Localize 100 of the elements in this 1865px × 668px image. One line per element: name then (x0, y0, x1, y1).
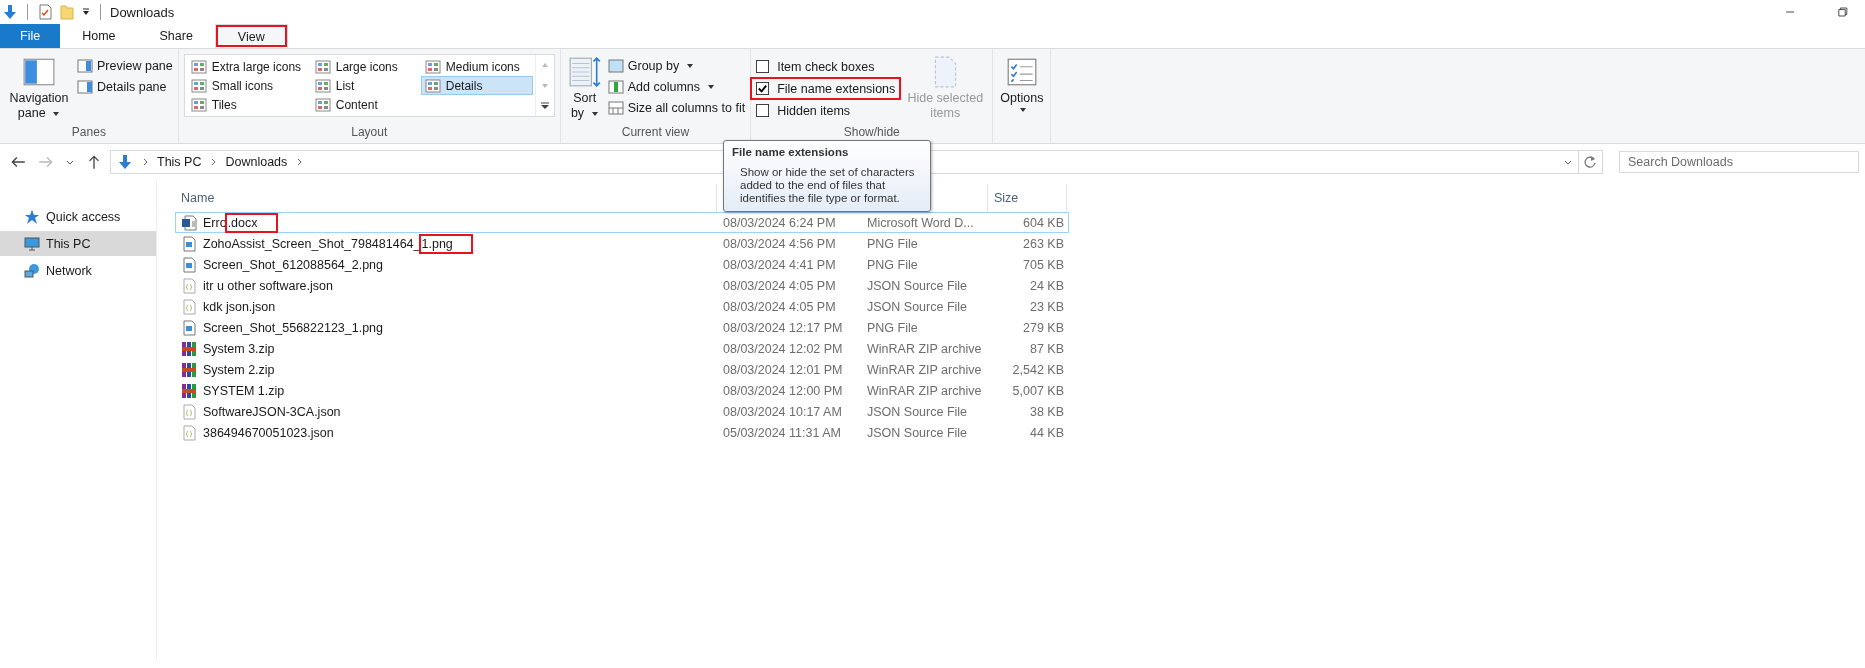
date-cell-text: 08/03/2024 12:01 PM (722, 361, 844, 379)
size-cell-text: 604 KB (1022, 214, 1065, 232)
file-name: Screen_Shot_556822123_1.png (203, 320, 384, 335)
ribbon-tab[interactable]: File (0, 24, 61, 48)
layout-icon (314, 77, 331, 94)
file-row[interactable]: SoftwareJSON-3CA.json 08/03/2024 10:17 AM JSON Source File 38 KB (175, 401, 1069, 422)
file-row[interactable]: Screen_Shot_556822123_1.png 08/03/2024 12:17 PM PNG File 279 KB (175, 317, 1069, 338)
search-field[interactable]: Search Downloads (1619, 151, 1859, 173)
layout-option[interactable]: Tiles (186, 95, 311, 114)
layout-option[interactable]: Medium icons (420, 57, 533, 76)
computer-icon (24, 235, 40, 252)
checkbox-option[interactable]: File name extensions (752, 79, 900, 98)
file-name: SYSTEM 1.zip (203, 383, 285, 398)
layout-option[interactable]: Extra large icons (186, 57, 311, 76)
refresh-icon[interactable] (1578, 150, 1603, 174)
layout-option[interactable]: Large icons (310, 57, 421, 76)
file-row[interactable]: System 2.zip 08/03/2024 12:01 PM WinRAR ZIP archive 2,542 KB (175, 359, 1069, 380)
file-row[interactable]: SYSTEM 1.zip 08/03/2024 12:00 PM WinRAR ZIP archive 5,007 KB (175, 380, 1069, 401)
type-cell-text: PNG File (866, 319, 919, 337)
pane-button[interactable]: Preview pane (77, 57, 173, 75)
sort-by-button[interactable]: Sort by (565, 53, 604, 123)
file-row[interactable]: ZohoAssist_Screen_Shot_798481464_1.png 08/03/2024 4:56 PM PNG File 263 KB (175, 233, 1069, 254)
layout-option[interactable]: List (310, 76, 421, 95)
options-button[interactable]: Options (998, 53, 1046, 116)
layout-option[interactable]: Small icons (186, 76, 311, 95)
type-cell-text: WinRAR ZIP archive (866, 361, 983, 379)
dropdown-icon[interactable] (81, 7, 91, 17)
layout-icon (190, 96, 207, 113)
download-arrow-icon (117, 154, 133, 170)
pane-icon (77, 58, 93, 74)
date-cell-text: 08/03/2024 12:02 PM (722, 340, 844, 358)
group-label: Show/hide (842, 125, 901, 141)
size-cell-text: 44 KB (1028, 424, 1065, 442)
view-button[interactable]: Add columns (607, 78, 746, 96)
checkbox-option[interactable]: Item check boxes (752, 57, 900, 76)
size-cell-text: 705 KB (1022, 256, 1065, 274)
columns-icon (607, 58, 624, 74)
type-cell-text: WinRAR ZIP archive (866, 340, 983, 358)
date-cell-text: 08/03/2024 6:24 PM (722, 214, 837, 232)
breadcrumb[interactable]: Downloads (225, 155, 288, 169)
ribbon-tab[interactable]: View (214, 24, 288, 48)
window-title: Downloads (110, 4, 175, 20)
download-arrow-icon[interactable] (2, 4, 18, 20)
file-icon (181, 256, 197, 273)
view-button[interactable]: Size all columns to fit (607, 99, 746, 117)
sidebar-item[interactable]: Quick access (0, 204, 156, 229)
sidebar-item[interactable]: This PC (0, 231, 156, 256)
ribbon-tab[interactable]: Share (137, 24, 215, 48)
expand-gallery-icon[interactable] (539, 101, 550, 111)
file-icon (181, 382, 197, 399)
group-label: Current view (620, 125, 691, 141)
date-cell-text: 08/03/2024 4:41 PM (722, 256, 837, 274)
file-icon (181, 424, 197, 441)
file-name: Screen_Shot_612088564_2.png (203, 257, 384, 272)
size-cell-text: 263 KB (1022, 235, 1065, 253)
file-row[interactable]: kdk json.json 08/03/2024 4:05 PM JSON Source File 23 KB (175, 296, 1069, 317)
layout-option[interactable]: Details (420, 76, 533, 95)
caret-icon (707, 83, 715, 91)
properties-icon[interactable] (37, 4, 53, 20)
column-header[interactable]: Name (175, 184, 717, 212)
file-name: System 3.zip (203, 341, 275, 356)
file-name: System 2.zip (203, 362, 275, 377)
breadcrumb[interactable]: This PC (157, 155, 202, 169)
file-icon (181, 235, 197, 252)
group-label: Layout (350, 125, 389, 141)
type-cell-text: JSON Source File (866, 424, 969, 442)
pane-button[interactable]: Details pane (77, 78, 173, 96)
checkbox-option[interactable]: Hidden items (752, 101, 900, 120)
layout-option[interactable]: Content (310, 95, 421, 114)
chevron-icon (141, 158, 149, 166)
star-icon (24, 208, 40, 225)
dropdown-chevron-icon[interactable] (1564, 158, 1572, 166)
size-cell-text: 38 KB (1028, 403, 1065, 421)
layout-icon (314, 58, 331, 75)
sidebar-item[interactable]: Network (0, 258, 156, 283)
tooltip: File name extensions Show or hide the set of characters added to the end of files that identifies the file type or format. (723, 140, 931, 212)
caret-icon (1019, 106, 1028, 114)
layout-icon (424, 77, 441, 94)
date-cell-text: 08/03/2024 4:05 PM (722, 277, 837, 295)
group-label: Panes (70, 125, 107, 141)
caret-icon (686, 62, 695, 70)
navigation-pane-button[interactable]: Navigation pane (5, 53, 73, 123)
file-row[interactable]: Screen_Shot_612088564_2.png 08/03/2024 4:41 PM PNG File 705 KB (175, 254, 1069, 275)
view-button[interactable]: Group by (607, 57, 746, 75)
column-header[interactable]: Size (988, 184, 1067, 212)
type-cell-text: WinRAR ZIP archive (866, 382, 983, 400)
file-icon (181, 340, 197, 357)
type-cell-text: JSON Source File (866, 277, 969, 295)
caret-icon (590, 109, 599, 118)
date-cell-text: 08/03/2024 4:56 PM (722, 235, 837, 253)
file-row[interactable]: itr u other software.json 08/03/2024 4:05 PM JSON Source File 24 KB (175, 275, 1069, 296)
layout-icon (190, 77, 207, 94)
size-cell-text: 87 KB (1028, 340, 1065, 358)
layout-icon (190, 58, 207, 75)
file-row[interactable]: System 3.zip 08/03/2024 12:02 PM WinRAR ZIP archive 87 KB (175, 338, 1069, 359)
file-row[interactable]: 386494670051023.json 05/03/2024 11:31 AM JSON Source File 44 KB (175, 422, 1069, 443)
ribbon-tab[interactable]: Home (60, 24, 138, 48)
file-icon (181, 214, 197, 231)
caret-icon (52, 109, 61, 118)
file-name: itr u other software.json (203, 278, 333, 293)
